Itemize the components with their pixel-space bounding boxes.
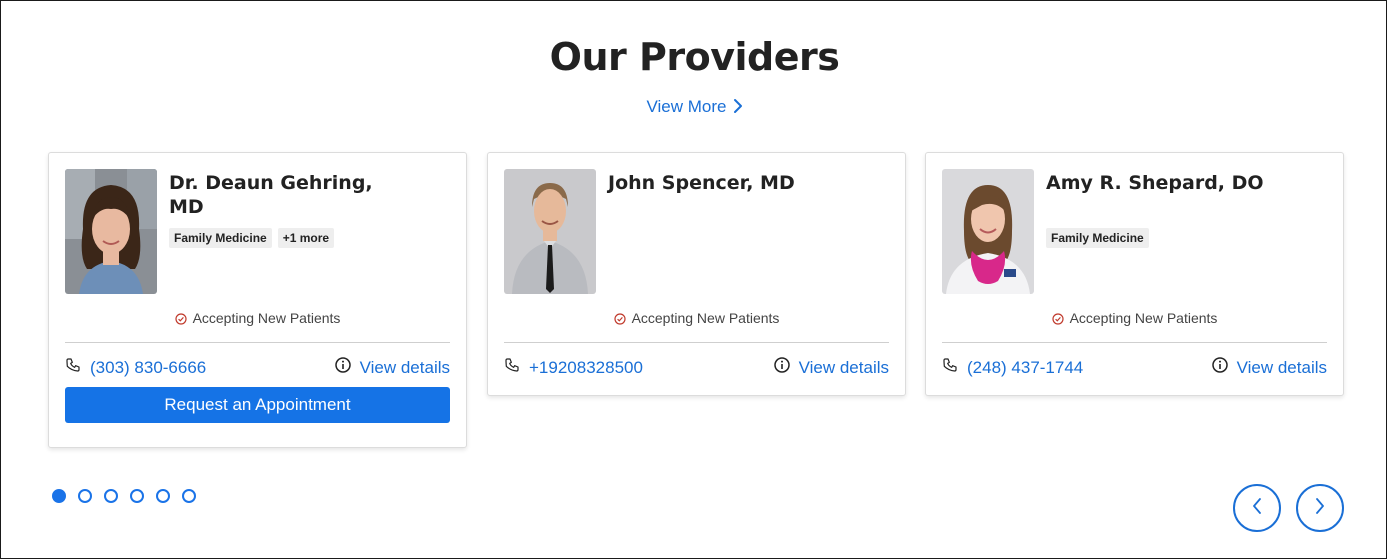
- divider: [942, 342, 1327, 343]
- phone-link[interactable]: (248) 437-1744: [942, 357, 1083, 378]
- request-appointment-button[interactable]: Request an Appointment: [65, 387, 450, 423]
- carousel-pagination: [52, 489, 196, 503]
- status-text: Accepting New Patients: [631, 310, 780, 326]
- status-text: Accepting New Patients: [1069, 310, 1218, 326]
- info-icon: [773, 357, 799, 378]
- phone-number: +19208328500: [529, 357, 643, 377]
- chevron-left-icon: [1251, 497, 1263, 520]
- view-more-label: View More: [646, 97, 727, 116]
- phone-icon: [65, 357, 90, 378]
- view-details-link[interactable]: View details: [773, 357, 889, 378]
- specialty-tags: Family Medicine +1 more: [169, 228, 335, 248]
- phone-icon: [942, 357, 967, 378]
- phone-link[interactable]: +19208328500: [504, 357, 643, 378]
- carousel-prev-button[interactable]: [1233, 484, 1281, 532]
- provider-card: Amy R. Shepard, DO Family Medicine Accep…: [925, 152, 1344, 396]
- info-icon: [334, 357, 360, 378]
- pagination-dot-1[interactable]: [52, 489, 66, 503]
- provider-card: John Spencer, MD Accepting New Patients …: [487, 152, 906, 396]
- phone-link[interactable]: (303) 830-6666: [65, 357, 206, 378]
- provider-photo: [942, 169, 1034, 294]
- pagination-dot-5[interactable]: [156, 489, 170, 503]
- view-details-label: View details: [1236, 357, 1327, 377]
- check-circle-icon: [1051, 310, 1070, 326]
- carousel-next-button[interactable]: [1296, 484, 1344, 532]
- view-more-link[interactable]: View More: [1, 97, 1387, 119]
- view-details-label: View details: [359, 357, 450, 377]
- phone-number: (248) 437-1744: [967, 357, 1084, 377]
- info-icon: [1211, 357, 1237, 378]
- pagination-dot-6[interactable]: [182, 489, 196, 503]
- accepting-status: Accepting New Patients: [926, 310, 1343, 326]
- status-text: Accepting New Patients: [192, 310, 341, 326]
- specialty-tag: Family Medicine: [169, 228, 272, 248]
- view-details-link[interactable]: View details: [334, 357, 450, 378]
- provider-photo: [504, 169, 596, 294]
- provider-card: Dr. Deaun Gehring, MD Family Medicine +1…: [48, 152, 467, 448]
- provider-name[interactable]: John Spencer, MD: [608, 171, 838, 195]
- divider: [504, 342, 889, 343]
- specialty-tags: Family Medicine: [1046, 228, 1149, 248]
- accepting-status: Accepting New Patients: [49, 310, 466, 326]
- accepting-status: Accepting New Patients: [488, 310, 905, 326]
- more-specialties-tag[interactable]: +1 more: [277, 228, 335, 248]
- chevron-right-icon: [733, 98, 743, 119]
- view-details-link[interactable]: View details: [1211, 357, 1327, 378]
- chevron-right-icon: [1314, 497, 1326, 520]
- providers-section: Our Providers View More Dr. Deaun Gehrin…: [0, 0, 1387, 559]
- section-title: Our Providers: [549, 35, 840, 79]
- specialty-tag: Family Medicine: [1046, 228, 1149, 248]
- phone-number: (303) 830-6666: [90, 357, 207, 377]
- check-circle-icon: [613, 310, 632, 326]
- provider-name[interactable]: Dr. Deaun Gehring, MD: [169, 171, 399, 219]
- pagination-dot-3[interactable]: [104, 489, 118, 503]
- divider: [65, 342, 450, 343]
- provider-name[interactable]: Amy R. Shepard, DO: [1046, 171, 1276, 195]
- check-circle-icon: [174, 310, 193, 326]
- phone-icon: [504, 357, 529, 378]
- provider-photo: [65, 169, 157, 294]
- view-details-label: View details: [798, 357, 889, 377]
- pagination-dot-2[interactable]: [78, 489, 92, 503]
- pagination-dot-4[interactable]: [130, 489, 144, 503]
